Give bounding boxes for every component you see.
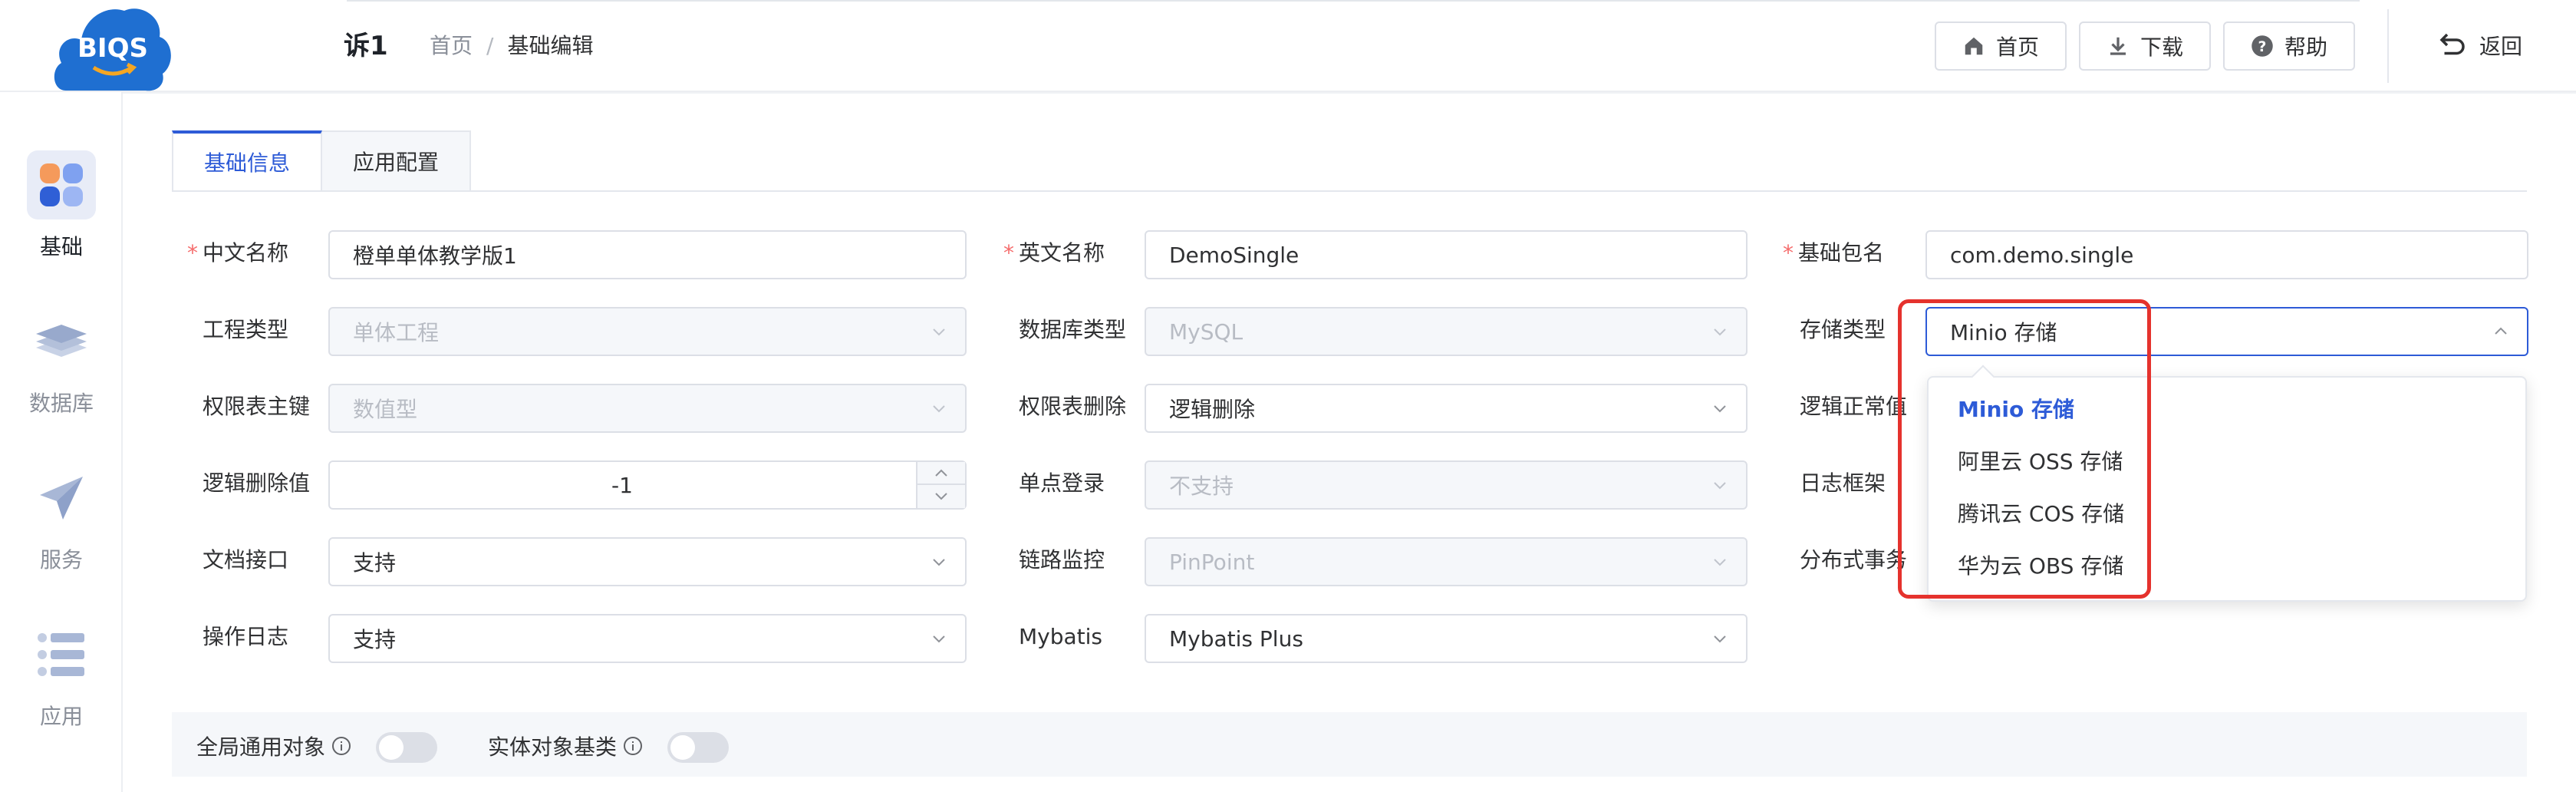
global-object-switch[interactable]: [376, 732, 437, 763]
download-icon: [2110, 37, 2126, 55]
chevron-up-icon: [935, 469, 947, 477]
chevron-up-icon: [2495, 327, 2507, 335]
chevron-down-icon: [933, 405, 945, 413]
pkg-name-label: * 基础包名: [1783, 240, 1885, 266]
chevron-down-icon: [1714, 559, 1726, 566]
en-name-input[interactable]: DemoSingle: [1145, 230, 1748, 279]
project-type-label: 工程类型: [203, 317, 289, 342]
switch-bar: 全局通用对象 实体对象基类: [172, 712, 2527, 777]
sidebar-item-label: 服务: [39, 547, 83, 573]
home-button-label: 首页: [1995, 35, 2039, 60]
highlight-box: [1898, 299, 2151, 599]
db-type-label: 数据库类型: [1019, 317, 1127, 342]
stepper-value[interactable]: -1: [330, 462, 914, 508]
sidebar-item-label: 数据库: [28, 391, 94, 416]
logic-normal-label: 逻辑正常值: [1800, 394, 1908, 419]
perm-delete-select[interactable]: 逻辑删除: [1145, 384, 1748, 433]
apps-icon: [27, 150, 96, 219]
breadcrumb: 首页 / 基础编辑: [430, 33, 594, 58]
entity-base-label: 实体对象基类: [488, 731, 643, 761]
tracing-select: PinPoint: [1145, 537, 1748, 586]
back-icon: [2439, 33, 2465, 55]
perm-pk-select: 数值型: [328, 384, 967, 433]
download-button[interactable]: 下载: [2079, 21, 2211, 71]
logic-delete-value-label: 逻辑删除值: [203, 470, 311, 496]
help-icon: ?: [2252, 35, 2273, 57]
sidebar-item-app[interactable]: 应用: [0, 620, 123, 731]
chevron-down-icon: [1714, 405, 1726, 413]
list-icon: [27, 620, 96, 689]
chevron-down-icon: [1714, 328, 1726, 336]
tab-divider: [172, 190, 2527, 192]
global-object-label: 全局通用对象: [196, 731, 351, 761]
sidebar-item-label: 基础: [39, 234, 83, 259]
sidebar-item-basic[interactable]: 基础: [0, 150, 123, 261]
sso-label: 单点登录: [1019, 470, 1105, 496]
sso-select: 不支持: [1145, 460, 1748, 510]
home-button[interactable]: 首页: [1935, 21, 2067, 71]
back-button[interactable]: 返回: [2436, 29, 2522, 61]
mybatis-label: Mybatis: [1019, 624, 1103, 649]
svg-text:?: ?: [2258, 39, 2267, 55]
mybatis-select[interactable]: Mybatis Plus: [1145, 614, 1748, 663]
chevron-down-icon: [1714, 482, 1726, 490]
top-header: BIQS 诉1 首页 / 基础编辑 首页 下载 ? 帮助 返回: [0, 0, 2576, 92]
download-button-label: 下载: [2140, 35, 2183, 60]
op-log-label: 操作日志: [203, 624, 289, 649]
cn-name-input[interactable]: 橙单单体教学版1: [328, 230, 967, 279]
help-button[interactable]: ? 帮助: [2223, 21, 2355, 71]
en-name-label: * 英文名称: [1003, 240, 1105, 266]
header-divider: [2387, 9, 2389, 83]
op-log-select[interactable]: 支持: [328, 614, 967, 663]
top-divider: [347, 0, 2360, 2]
dist-tx-label: 分布式事务: [1800, 547, 1908, 573]
storage-type-label: 存储类型: [1800, 317, 1886, 342]
tab-app-config[interactable]: 应用配置: [322, 130, 472, 192]
layers-icon: [27, 307, 96, 376]
info-icon: [332, 737, 351, 755]
help-button-label: 帮助: [2284, 35, 2327, 60]
project-type-select: 单体工程: [328, 307, 967, 356]
stepper-increase-button[interactable]: [916, 462, 965, 485]
perm-pk-label: 权限表主键: [203, 394, 311, 419]
tab-basic-info[interactable]: 基础信息: [172, 130, 323, 192]
chevron-down-icon: [933, 635, 945, 643]
stepper-decrease-button[interactable]: [916, 485, 965, 508]
biqs-logo[interactable]: BIQS: [51, 0, 175, 94]
svg-text:BIQS: BIQS: [77, 33, 148, 64]
cn-name-label: * 中文名称: [187, 240, 289, 266]
tab-bar: 基础信息 应用配置: [172, 130, 472, 192]
sidebar: 基础 数据库 服务 应用: [0, 92, 123, 792]
chevron-down-icon: [935, 493, 947, 500]
chevron-down-icon: [933, 328, 945, 336]
doc-api-label: 文档接口: [203, 547, 289, 573]
db-type-select: MySQL: [1145, 307, 1748, 356]
breadcrumb-home[interactable]: 首页: [430, 33, 473, 58]
info-icon: [624, 737, 643, 755]
entity-base-switch[interactable]: [667, 732, 729, 763]
chevron-down-icon: [1714, 635, 1726, 643]
chevron-down-icon: [933, 559, 945, 566]
send-icon: [27, 464, 96, 533]
sidebar-item-database[interactable]: 数据库: [0, 307, 123, 417]
logic-delete-value-stepper[interactable]: -1: [328, 460, 967, 510]
sidebar-item-service[interactable]: 服务: [0, 464, 123, 574]
home-icon: [1965, 37, 1983, 55]
app-title: 诉1: [344, 31, 388, 61]
back-label: 返回: [2479, 34, 2523, 59]
log-framework-label: 日志框架: [1800, 470, 1886, 496]
tracing-label: 链路监控: [1019, 547, 1105, 573]
sidebar-item-label: 应用: [39, 704, 83, 729]
breadcrumb-current: 基础编辑: [507, 33, 594, 58]
perm-delete-label: 权限表删除: [1019, 394, 1127, 419]
pkg-name-input[interactable]: com.demo.single: [1925, 230, 2528, 279]
doc-api-select[interactable]: 支持: [328, 537, 967, 586]
